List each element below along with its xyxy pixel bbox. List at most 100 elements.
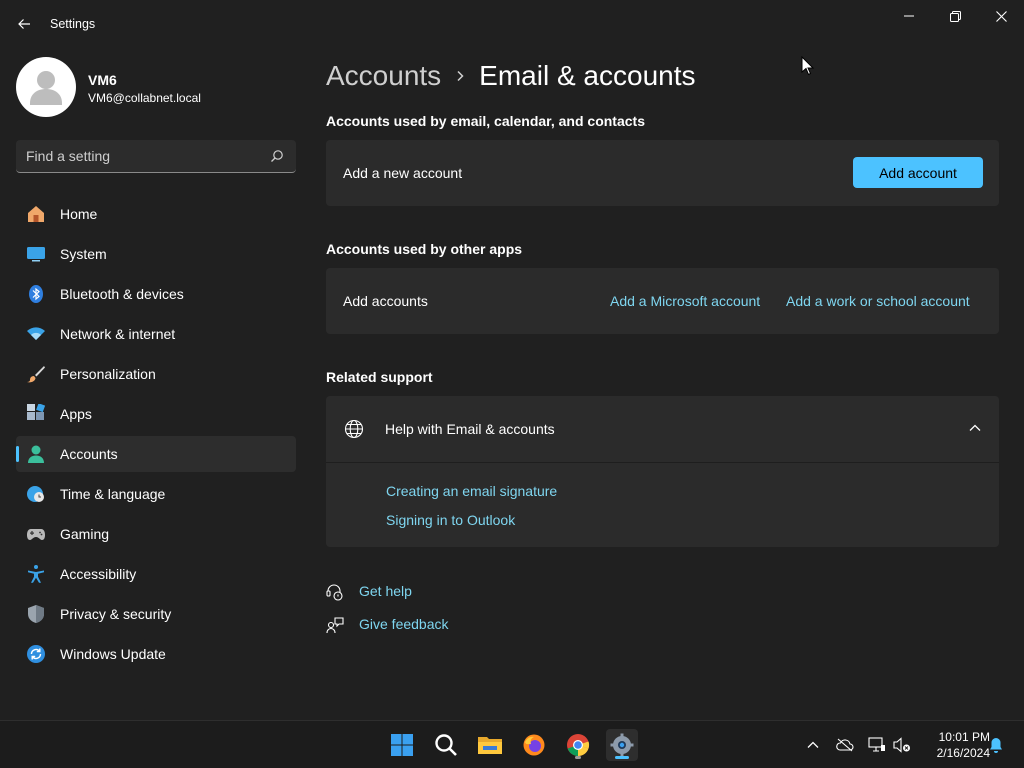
give-feedback-label: Give feedback — [359, 616, 449, 632]
help-link-signing-outlook[interactable]: Signing in to Outlook — [386, 512, 515, 528]
start-button[interactable] — [386, 729, 418, 761]
sidebar-item-label: System — [60, 246, 107, 262]
settings-app-button[interactable] — [606, 729, 638, 761]
clock-date: 2/16/2024 — [936, 746, 990, 760]
accessibility-icon — [26, 564, 46, 584]
sidebar-item-accounts[interactable]: Accounts — [16, 436, 296, 472]
volume-tray-button[interactable] — [892, 735, 912, 755]
breadcrumb: Accounts Email & accounts — [326, 58, 696, 94]
brush-icon — [26, 364, 46, 384]
search-icon — [435, 734, 457, 756]
chrome-button[interactable] — [562, 729, 594, 761]
sidebar-item-label: Personalization — [60, 366, 156, 382]
home-icon — [26, 204, 46, 224]
help-title: Help with Email & accounts — [385, 421, 555, 437]
apps-icon — [26, 404, 46, 424]
sidebar-nav: Home System Bluetooth & devices Network … — [16, 196, 296, 676]
give-feedback-link[interactable]: Give feedback — [326, 614, 466, 636]
other-apps-section-title: Accounts used by other apps — [326, 241, 523, 257]
sidebar-item-bluetooth[interactable]: Bluetooth & devices — [16, 276, 296, 312]
user-silhouette-icon — [30, 71, 62, 105]
close-button[interactable] — [978, 0, 1024, 32]
settings-search[interactable] — [16, 140, 296, 173]
network-tray-button[interactable] — [867, 735, 887, 755]
minimize-icon — [904, 15, 914, 17]
notifications-button[interactable] — [986, 735, 1006, 755]
sidebar-item-label: Home — [60, 206, 98, 222]
network-icon — [868, 737, 885, 752]
avatar — [16, 57, 76, 117]
sidebar-item-windows-update[interactable]: Windows Update — [16, 636, 296, 672]
globe-icon — [344, 419, 364, 439]
sidebar-item-personalization[interactable]: Personalization — [16, 356, 296, 392]
help-card: Help with Email & accounts Creating an e… — [326, 396, 999, 547]
user-profile[interactable]: VM6 VM6@collabnet.local — [16, 57, 296, 117]
add-new-account-card: Add a new account Add account — [326, 140, 999, 206]
wifi-icon — [26, 324, 46, 344]
bluetooth-icon — [26, 284, 46, 304]
close-icon — [995, 10, 1007, 22]
taskbar-search-button[interactable] — [430, 729, 462, 761]
add-account-button[interactable]: Add account — [853, 157, 983, 188]
firefox-button[interactable] — [518, 729, 550, 761]
file-explorer-button[interactable] — [474, 729, 506, 761]
sidebar-item-label: Gaming — [60, 526, 110, 542]
taskbar: 10:01 PM 2/16/2024 — [0, 720, 1024, 768]
sidebar-item-network[interactable]: Network & internet — [16, 316, 296, 352]
sidebar-item-label: Bluetooth & devices — [60, 286, 184, 302]
title-bar: Settings — [0, 0, 1024, 48]
sidebar-item-label: Windows Update — [60, 646, 166, 662]
windows-logo-icon — [391, 734, 413, 756]
get-help-icon — [326, 584, 343, 601]
minimize-button[interactable] — [886, 0, 932, 32]
show-hidden-icons-button[interactable] — [803, 735, 823, 755]
gamepad-icon — [26, 524, 46, 544]
sidebar-item-privacy[interactable]: Privacy & security — [16, 596, 296, 632]
add-microsoft-account-link[interactable]: Add a Microsoft account — [610, 293, 760, 309]
user-name: VM6 — [88, 72, 117, 88]
volume-muted-icon — [893, 737, 910, 753]
sidebar-item-home[interactable]: Home — [16, 196, 296, 232]
give-feedback-icon — [326, 617, 344, 634]
back-button[interactable] — [10, 10, 38, 38]
sidebar-item-gaming[interactable]: Gaming — [16, 516, 296, 552]
add-accounts-card: Add accounts Add a Microsoft account Add… — [326, 268, 999, 334]
add-accounts-label: Add accounts — [343, 293, 428, 309]
app-title: Settings — [50, 17, 96, 31]
chevron-up-icon[interactable] — [969, 424, 981, 432]
sidebar-item-label: Apps — [60, 406, 92, 422]
taskbar-clock[interactable]: 10:01 PM 2/16/2024 — [918, 729, 990, 761]
clock-time: 10:01 PM — [938, 730, 990, 744]
active-indicator — [615, 756, 629, 759]
search-icon[interactable] — [270, 149, 284, 163]
sidebar-item-accessibility[interactable]: Accessibility — [16, 556, 296, 592]
search-input[interactable] — [26, 148, 256, 164]
email-section-title: Accounts used by email, calendar, and co… — [326, 113, 645, 129]
help-link-email-signature[interactable]: Creating an email signature — [386, 483, 557, 499]
accounts-icon — [26, 444, 46, 464]
add-new-account-label: Add a new account — [343, 165, 463, 181]
user-email: VM6@collabnet.local — [88, 91, 201, 105]
onedrive-tray-button[interactable] — [835, 735, 855, 755]
get-help-label: Get help — [359, 583, 412, 599]
restore-button[interactable] — [932, 0, 978, 32]
get-help-link[interactable]: Get help — [326, 581, 446, 603]
mouse-cursor-icon — [801, 56, 815, 76]
breadcrumb-parent[interactable]: Accounts — [326, 60, 441, 92]
add-work-school-account-link[interactable]: Add a work or school account — [786, 293, 970, 309]
divider — [326, 462, 999, 463]
restore-icon — [949, 10, 961, 22]
gear-icon — [610, 733, 634, 757]
page-title: Email & accounts — [479, 60, 696, 91]
clock-globe-icon — [26, 484, 46, 504]
sidebar-item-system[interactable]: System — [16, 236, 296, 272]
firefox-icon — [523, 734, 545, 756]
sidebar-item-apps[interactable]: Apps — [16, 396, 296, 432]
sidebar-item-label: Network & internet — [60, 326, 176, 342]
sidebar-item-time-language[interactable]: Time & language — [16, 476, 296, 512]
running-indicator — [575, 756, 581, 759]
sidebar-item-label: Time & language — [60, 486, 166, 502]
help-expander-header[interactable]: Help with Email & accounts — [326, 396, 999, 462]
related-support-title: Related support — [326, 369, 433, 385]
update-icon — [26, 644, 46, 664]
